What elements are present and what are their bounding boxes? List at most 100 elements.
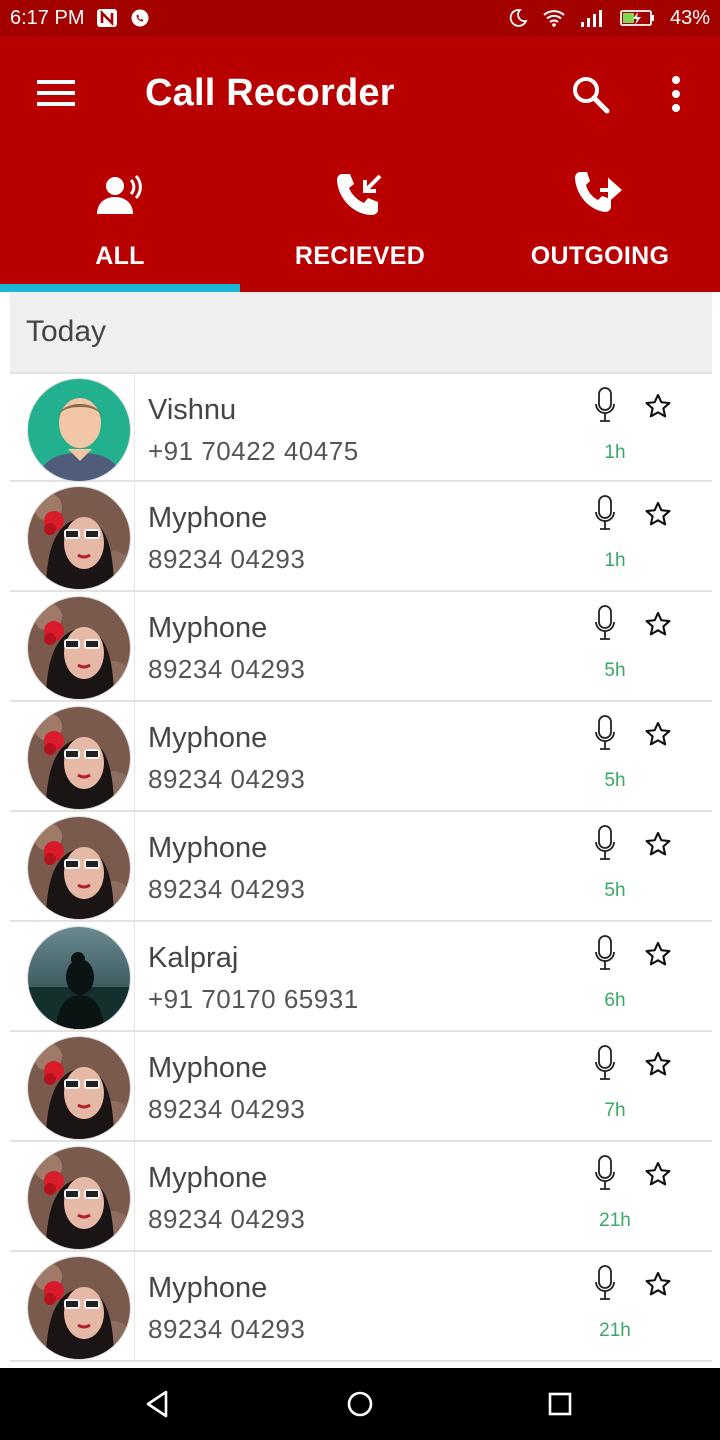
avatar[interactable] [27,1146,131,1250]
call-time: 1h [604,550,626,571]
call-rows: Vishnu +91 70422 40475 1h Myphone 89234 0429… [10,372,712,1368]
phone-number: 89234 04293 [148,1314,306,1344]
row-divider [134,374,135,482]
call-list[interactable]: Today Vishnu +91 70422 40475 1h Myphone 8923… [10,292,712,1368]
status-left: 6:17 PM [10,7,150,30]
contact-name: Myphone [148,612,268,644]
star-icon[interactable] [644,1160,672,1188]
star-icon[interactable] [644,1050,672,1078]
avatar[interactable] [27,706,131,810]
status-time: 6:17 PM [10,6,85,29]
signal-icon [580,8,606,28]
tab-received-label: RECIEVED [294,242,426,270]
microphone-icon [594,1264,616,1302]
call-row[interactable]: Kalpraj +91 70170 65931 6h [10,922,712,1032]
star-icon[interactable] [644,830,672,858]
avatar[interactable] [27,926,131,1030]
phone-number: 89234 04293 [148,1204,306,1234]
more-vertical-icon[interactable] [664,74,688,114]
call-time: 5h [604,770,626,791]
page-title: Call Recorder [145,72,395,114]
call-row[interactable]: Myphone 89234 04293 5h [10,702,712,812]
call-time: 6h [604,990,626,1011]
contact-name: Myphone [148,1162,268,1194]
phone-number: 89234 04293 [148,1094,306,1124]
phone-number: 89234 04293 [148,544,306,574]
avatar[interactable] [27,1256,131,1360]
phone-number: 89234 04293 [148,874,306,904]
call-row[interactable]: Myphone 89234 04293 5h [10,812,712,922]
status-bar: 6:17 PM 43% [0,0,720,36]
tab-bar: ALL RECIEVED OUTGOING [0,152,720,292]
contact-name: Vishnu [148,394,237,426]
row-divider [134,1032,135,1140]
avatar[interactable] [27,1036,131,1140]
avatar[interactable] [27,596,131,700]
call-row[interactable]: Myphone 89234 04293 21h [10,1142,712,1252]
contact-name: Myphone [148,832,268,864]
tab-selected-indicator [0,284,240,292]
notification-n-icon [96,8,118,28]
contact-name: Kalpraj [148,942,239,974]
call-time: 7h [604,1100,626,1121]
app-bar: Call Recorder ALL RECIEVED OUTGOING [0,36,720,292]
avatar[interactable] [27,816,131,920]
star-icon[interactable] [644,500,672,528]
tab-all-label: ALL [95,242,145,270]
nav-bar [0,1368,720,1440]
call-time: 21h [599,1210,631,1231]
back-triangle-icon[interactable] [138,1384,178,1424]
avatar[interactable] [27,486,131,590]
microphone-icon [594,934,616,972]
star-icon[interactable] [644,1270,672,1298]
star-icon[interactable] [644,720,672,748]
row-divider [134,1252,135,1360]
call-time: 21h [599,1320,631,1341]
contact-name: Myphone [148,722,268,754]
call-row[interactable]: Myphone 89234 04293 7h [10,1032,712,1142]
avatar[interactable] [27,378,131,482]
row-divider [134,592,135,700]
contact-name: Myphone [148,1052,268,1084]
row-divider [134,482,135,590]
people-voice-icon [95,168,145,224]
home-circle-icon[interactable] [340,1384,380,1424]
phone-number: +91 70170 65931 [148,984,359,1014]
phone-number: 89234 04293 [148,764,306,794]
microphone-icon [594,714,616,752]
star-icon[interactable] [644,940,672,968]
microphone-icon [594,604,616,642]
incoming-call-icon [334,168,386,224]
microphone-icon [594,494,616,532]
outgoing-call-icon [574,168,626,224]
microphone-icon [594,386,616,424]
call-time: 5h [604,880,626,901]
battery-percent: 43% [669,6,710,29]
phone-number: 89234 04293 [148,654,306,684]
tab-outgoing[interactable]: OUTGOING [480,152,720,292]
tab-all[interactable]: ALL [0,152,240,292]
call-row[interactable]: Myphone 89234 04293 5h [10,592,712,702]
row-divider [134,812,135,920]
microphone-icon [594,824,616,862]
tab-received[interactable]: RECIEVED [240,152,480,292]
hamburger-menu-icon[interactable] [36,78,76,108]
wifi-icon [542,8,566,28]
toolbar: Call Recorder [0,36,720,152]
recents-square-icon[interactable] [540,1384,580,1424]
star-icon[interactable] [644,392,672,420]
call-time: 1h [604,442,626,463]
section-header: Today [10,292,712,372]
row-divider [134,702,135,810]
star-icon[interactable] [644,610,672,638]
battery-charging-icon [620,8,656,28]
call-row[interactable]: Myphone 89234 04293 21h [10,1252,712,1362]
call-row[interactable]: Vishnu +91 70422 40475 1h [10,372,712,482]
contact-name: Myphone [148,1272,268,1304]
search-icon[interactable] [570,74,612,116]
status-right: 43% [508,7,710,30]
call-row[interactable]: Myphone 89234 04293 1h [10,482,712,592]
tab-outgoing-label: OUTGOING [530,242,670,270]
microphone-icon [594,1044,616,1082]
whatsapp-icon [130,8,150,28]
